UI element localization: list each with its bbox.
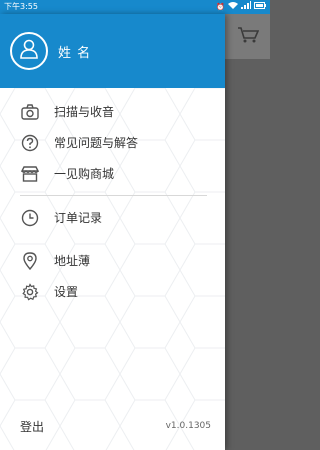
battery-icon (254, 0, 266, 14)
menu-item-label: 设置 (54, 285, 79, 299)
username[interactable]: 姓 名 (58, 42, 91, 61)
menu-item-orders[interactable]: 订单记录 (0, 202, 225, 233)
menu-item-store[interactable]: 一见购商城 (0, 158, 225, 189)
background-app-header (225, 14, 270, 59)
menu-item-label: 地址薄 (54, 254, 91, 268)
shopping-cart-icon[interactable] (237, 26, 260, 44)
menu-item-settings[interactable]: 设置 (0, 276, 225, 307)
menu-item-scan[interactable]: 扫描与收音 (0, 96, 225, 127)
signal-icon (241, 0, 251, 14)
gear-icon (20, 282, 40, 302)
menu-item-label: 订单记录 (54, 211, 103, 225)
logout-button[interactable]: 登出 (20, 418, 44, 435)
menu-item-label: 扫描与收音 (54, 105, 115, 119)
background-app-overlay[interactable] (225, 14, 270, 450)
menu-divider (20, 195, 207, 196)
navigation-drawer: 姓 名 扫描与收音 常见问题与解答 一见购商城 订单记录 地址薄 设置 登出 v… (0, 14, 225, 450)
clock-icon (20, 208, 40, 228)
status-icons: ⏰ (216, 0, 266, 14)
drawer-header: 姓 名 (0, 14, 225, 88)
drawer-menu: 扫描与收音 常见问题与解答 一见购商城 订单记录 地址薄 设置 (0, 96, 225, 307)
status-bar: 下午3:55 ⏰ (0, 0, 270, 14)
menu-item-label: 一见购商城 (54, 167, 115, 181)
drawer-footer: 登出 v1.0.1305 (0, 416, 225, 436)
alarm-icon: ⏰ (216, 3, 225, 11)
store-icon (20, 164, 40, 184)
camera-icon (20, 102, 40, 122)
menu-item-address-book[interactable]: 地址薄 (0, 245, 225, 276)
avatar[interactable] (10, 32, 48, 70)
question-icon (20, 133, 40, 153)
wifi-icon (228, 0, 238, 14)
person-icon (18, 38, 40, 64)
version-label: v1.0.1305 (165, 421, 211, 431)
menu-item-faq[interactable]: 常见问题与解答 (0, 127, 225, 158)
location-pin-icon (20, 251, 40, 271)
status-time: 下午3:55 (4, 2, 38, 11)
menu-item-label: 常见问题与解答 (54, 136, 139, 150)
